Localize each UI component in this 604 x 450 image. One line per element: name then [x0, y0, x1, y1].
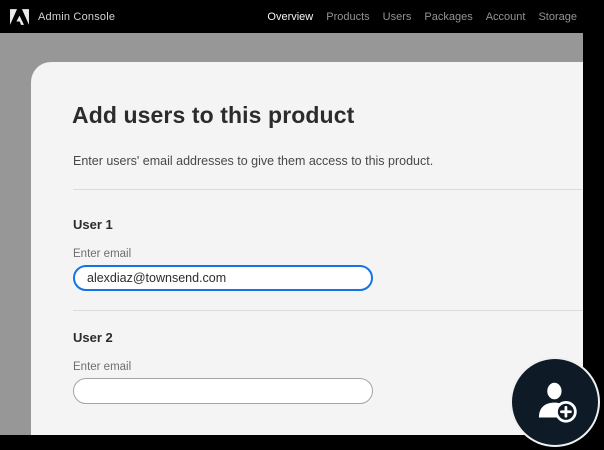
page-subtitle: Enter users' email addresses to give the…: [73, 154, 433, 168]
add-users-card: Add users to this product Enter users' e…: [31, 62, 583, 435]
brand: Admin Console: [0, 9, 115, 25]
page-title: Add users to this product: [72, 102, 354, 129]
nav-item-users[interactable]: Users: [383, 11, 412, 23]
user-1-email-input[interactable]: [73, 265, 373, 291]
add-user-icon: [532, 379, 578, 425]
top-nav: Overview Products Users Packages Account…: [267, 0, 577, 33]
user-2-email-label: Enter email: [73, 361, 131, 373]
adobe-logo-icon: [10, 9, 29, 25]
app-title: Admin Console: [38, 11, 115, 23]
nav-item-products[interactable]: Products: [326, 11, 369, 23]
divider: [73, 310, 583, 311]
admin-console-window: Admin Console Overview Products Users Pa…: [0, 0, 604, 450]
nav-item-account[interactable]: Account: [486, 11, 526, 23]
nav-item-packages[interactable]: Packages: [424, 11, 472, 23]
user-1-email-label: Enter email: [73, 248, 131, 260]
nav-item-overview[interactable]: Overview: [267, 11, 313, 23]
nav-item-storage[interactable]: Storage: [538, 11, 577, 23]
divider: [73, 189, 583, 190]
user-1-section-label: User 1: [73, 217, 113, 232]
user-2-email-input[interactable]: [73, 378, 373, 404]
add-user-button[interactable]: [510, 357, 600, 447]
top-bar: Admin Console Overview Products Users Pa…: [0, 0, 604, 33]
user-2-section-label: User 2: [73, 330, 113, 345]
